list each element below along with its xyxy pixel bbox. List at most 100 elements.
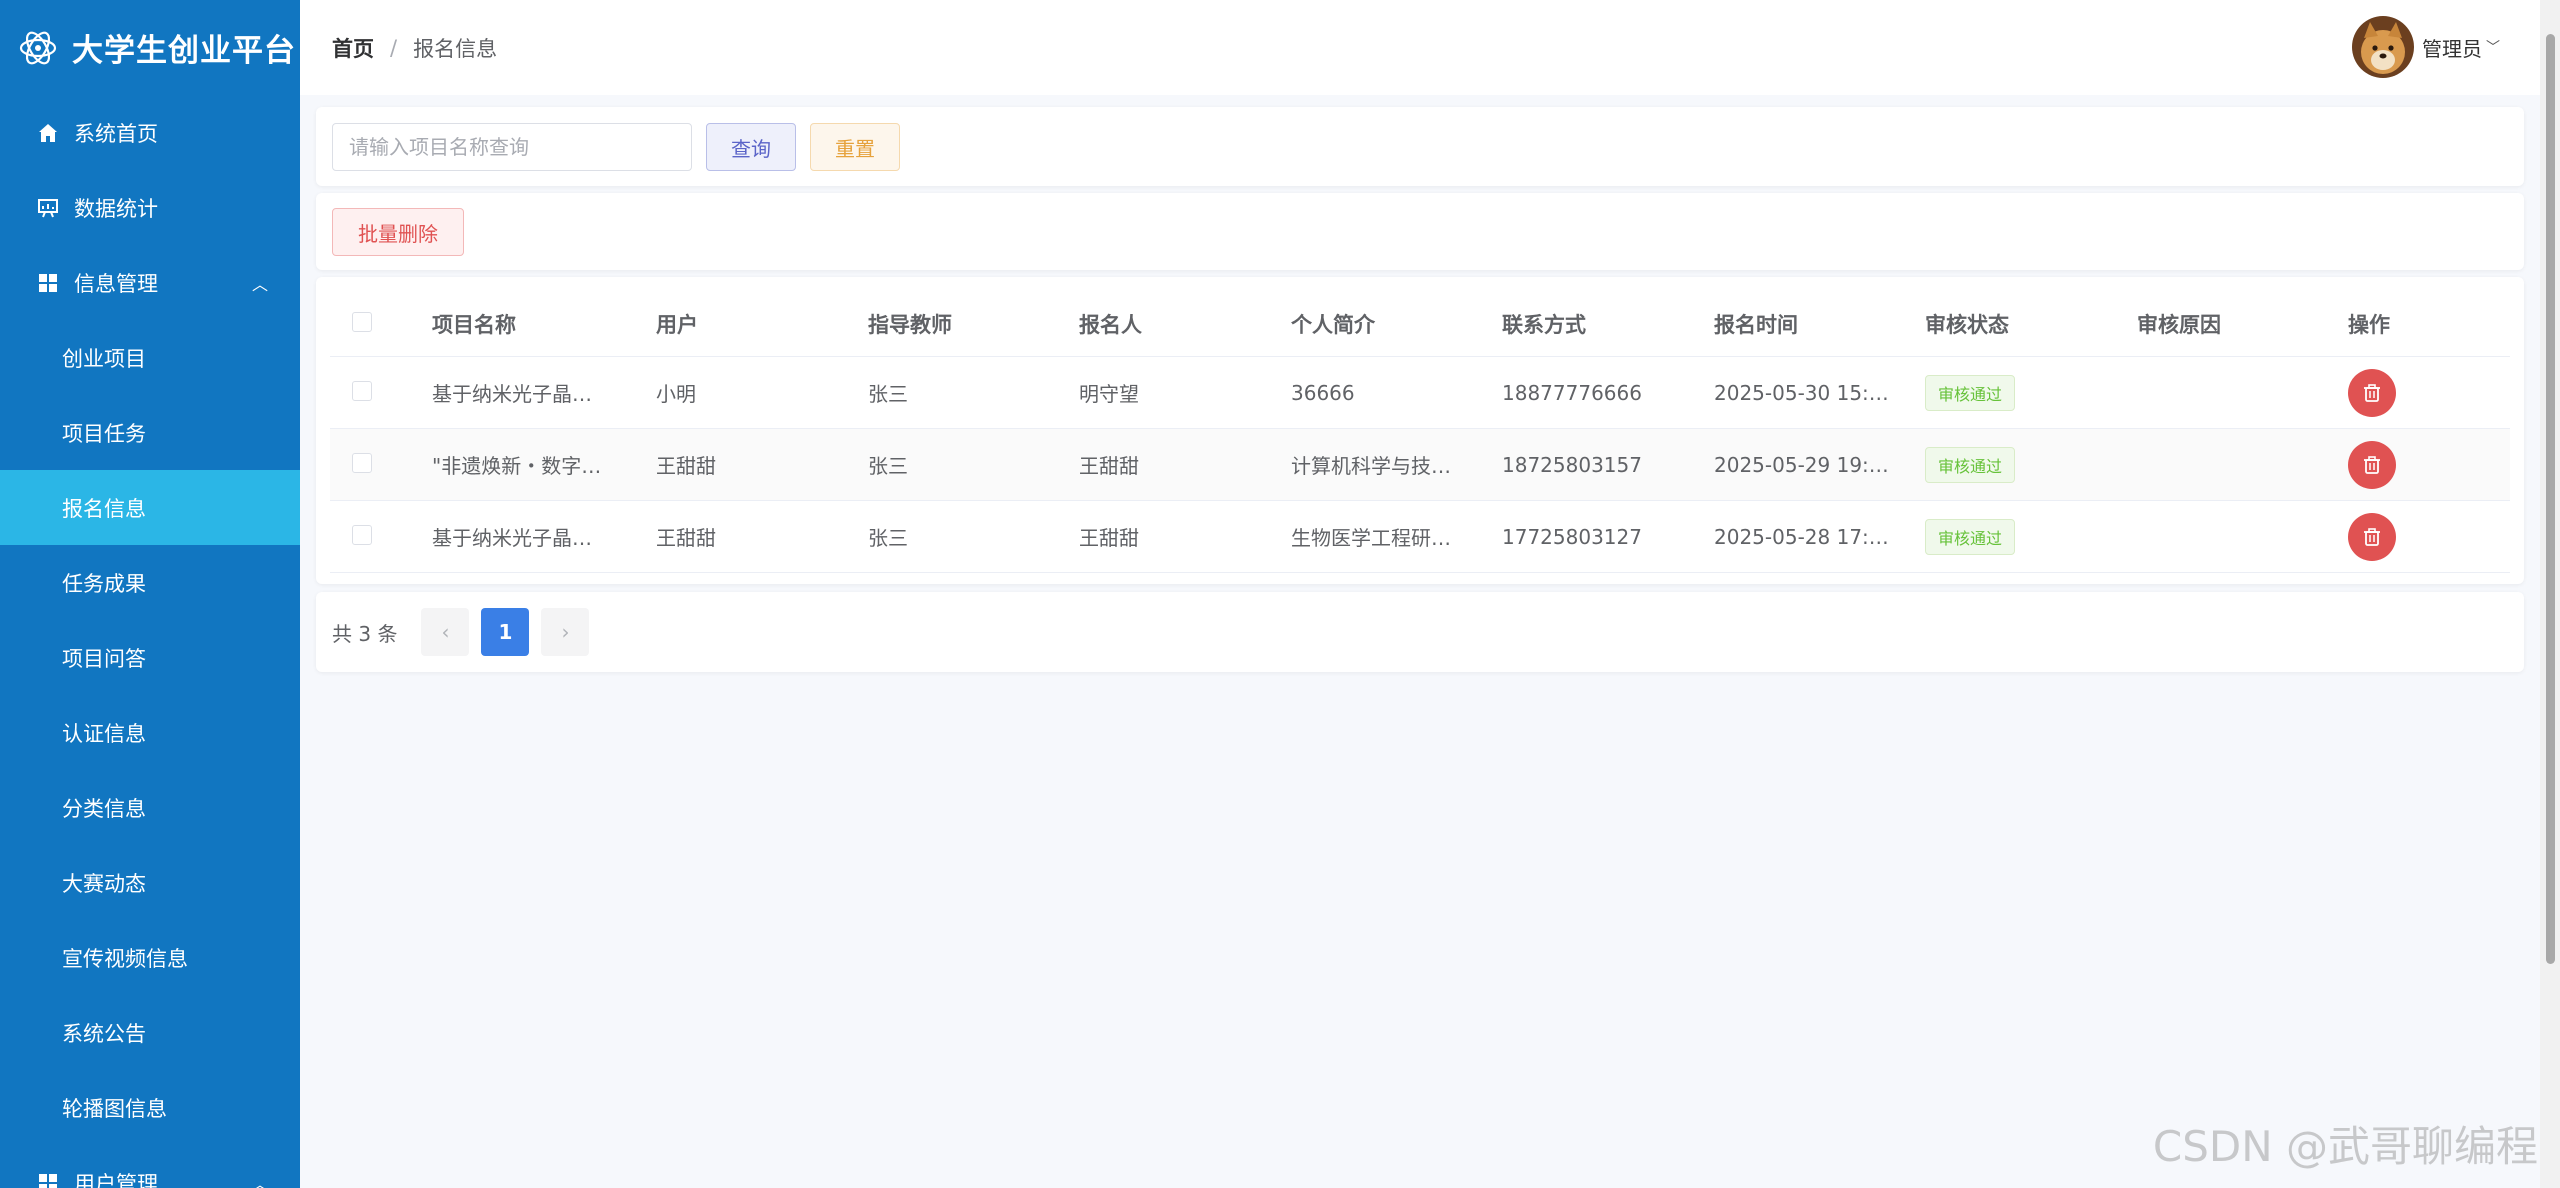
row-checkbox[interactable]: [352, 380, 372, 401]
row-select-cell: [330, 524, 432, 549]
cell-time: 2025-05-30 15:…: [1714, 380, 1889, 405]
cell-teacher: 张三: [868, 526, 908, 550]
trash-icon: [2364, 383, 2380, 402]
trash-icon: [2364, 455, 2380, 474]
sidebar-item-project-qa[interactable]: 项目问答: [0, 620, 300, 695]
sidebar-item-contest-news[interactable]: 大赛动态: [0, 845, 300, 920]
cell-operations: [2348, 440, 2508, 489]
delete-button[interactable]: [2348, 440, 2396, 489]
app-title: 大学生创业平台: [72, 33, 296, 69]
grid-icon: [36, 1171, 60, 1188]
column-header: 操作: [2348, 312, 2390, 337]
sidebar-item-certification[interactable]: 认证信息: [0, 695, 300, 770]
status-badge: 审核通过: [1925, 446, 2016, 483]
user-name: 管理员: [2422, 36, 2482, 61]
search-card: 查询 重置: [316, 107, 2524, 186]
breadcrumb-separator: /: [390, 35, 398, 60]
cell-phone: 18725803157: [1502, 452, 1642, 477]
cell-phone: 18877776666: [1502, 380, 1642, 405]
cell-user: 王甜甜: [656, 454, 716, 478]
next-page-button[interactable]: ›: [541, 608, 590, 656]
chevron-down-icon: ﹀: [2486, 40, 2500, 56]
page-button[interactable]: 1: [481, 608, 530, 656]
sidebar-item-startup-projects[interactable]: 创业项目: [0, 320, 300, 395]
breadcrumb: 首页 / 报名信息: [332, 33, 497, 63]
prev-page-button[interactable]: ‹: [421, 608, 470, 656]
reset-button[interactable]: 重置: [810, 123, 900, 171]
sidebar-item-info-management[interactable]: 信息管理 ︿: [0, 245, 300, 320]
delete-button[interactable]: [2348, 368, 2396, 417]
sidebar-item-announcements[interactable]: 系统公告: [0, 995, 300, 1070]
chevron-up-icon: ︿: [251, 1174, 268, 1188]
cell-project: 基于纳米光子晶…: [432, 382, 592, 406]
actions-card: 批量删除: [316, 193, 2524, 270]
search-input[interactable]: [332, 123, 692, 171]
table-row[interactable]: 基于纳米光子晶… 小明 张三 明守望 36666 18877776666 202…: [330, 357, 2510, 429]
avatar[interactable]: [2352, 16, 2414, 78]
cell-phone: 17725803127: [1502, 524, 1642, 549]
breadcrumb-current: 报名信息: [413, 36, 498, 61]
cell-intro: 36666: [1291, 380, 1355, 405]
pagination: 共 3 条 ‹ 1 ›: [332, 608, 601, 656]
sidebar-item-registration-info[interactable]: 报名信息: [0, 470, 300, 545]
chevron-left-icon: ‹: [441, 620, 450, 644]
column-header: 联系方式: [1502, 312, 1586, 337]
cell-status: 审核通过: [1925, 374, 2137, 411]
table-row[interactable]: "非遗焕新・数字… 王甜甜 张三 王甜甜 计算机科学与技… 1872580315…: [330, 429, 2510, 501]
cell-time: 2025-05-29 19:…: [1714, 452, 1889, 477]
select-all-checkbox[interactable]: [352, 311, 372, 332]
batch-delete-button[interactable]: 批量删除: [332, 208, 464, 256]
cell-time: 2025-05-28 17:…: [1714, 524, 1889, 549]
sidebar-item-project-tasks[interactable]: 项目任务: [0, 395, 300, 470]
top-header: 首页 / 报名信息 管理员 ﹀: [300, 0, 2540, 95]
sidebar-item-label: 数据统计: [74, 196, 158, 221]
sidebar-item-carousel[interactable]: 轮播图信息: [0, 1070, 300, 1145]
grid-icon: [36, 271, 60, 295]
row-checkbox[interactable]: [352, 524, 372, 545]
row-checkbox[interactable]: [352, 452, 372, 473]
sidebar-item-user-management[interactable]: 用户管理 ︿: [0, 1145, 300, 1188]
table-row[interactable]: 基于纳米光子晶… 王甜甜 张三 王甜甜 生物医学工程研… 17725803127…: [330, 501, 2510, 573]
total-count: 共 3 条: [332, 621, 398, 646]
watermark: CSDN @武哥聊编程: [2152, 1122, 2538, 1171]
cell-user: 王甜甜: [656, 526, 716, 550]
sidebar-item-label: 系统首页: [74, 121, 158, 146]
logo: 大学生创业平台: [0, 0, 300, 95]
column-header: 报名人: [1079, 312, 1142, 337]
column-header: 审核原因: [2137, 312, 2221, 337]
cell-intro: 计算机科学与技…: [1291, 454, 1451, 478]
sidebar: 大学生创业平台 系统首页 数据统计 信息管理 ︿ 创业项目 项目任务 报名信息 …: [0, 0, 300, 1188]
pagination-card: 共 3 条 ‹ 1 ›: [316, 592, 2524, 672]
sidebar-item-statistics[interactable]: 数据统计: [0, 170, 300, 245]
status-badge: 审核通过: [1925, 374, 2016, 411]
cell-intro: 生物医学工程研…: [1291, 526, 1451, 550]
table-header-row: 项目名称 用户 指导教师 报名人 个人简介 联系方式 报名时间 审核状态 审核原…: [330, 291, 2510, 357]
table-card: 项目名称 用户 指导教师 报名人 个人简介 联系方式 报名时间 审核状态 审核原…: [316, 277, 2524, 584]
cell-teacher: 张三: [868, 382, 908, 406]
vertical-scrollbar[interactable]: [2540, 0, 2560, 1188]
home-icon: [36, 121, 60, 145]
user-menu[interactable]: 管理员 ﹀: [2352, 16, 2500, 78]
column-header: 指导教师: [868, 312, 952, 337]
column-header: 用户: [656, 312, 698, 337]
breadcrumb-home[interactable]: 首页: [332, 33, 374, 63]
cell-applicant: 王甜甜: [1079, 454, 1139, 478]
column-header: 项目名称: [432, 312, 516, 337]
cell-status: 审核通过: [1925, 446, 2137, 483]
cell-status: 审核通过: [1925, 518, 2137, 555]
row-select-cell: [330, 452, 432, 477]
sidebar-item-task-results[interactable]: 任务成果: [0, 545, 300, 620]
status-badge: 审核通过: [1925, 518, 2016, 555]
select-all-cell: [330, 311, 432, 336]
scrollbar-thumb[interactable]: [2546, 34, 2555, 964]
cell-applicant: 明守望: [1079, 382, 1139, 406]
row-select-cell: [330, 380, 432, 405]
delete-button[interactable]: [2348, 512, 2396, 561]
cell-operations: [2348, 368, 2508, 417]
sidebar-item-home[interactable]: 系统首页: [0, 95, 300, 170]
query-button[interactable]: 查询: [706, 123, 796, 171]
chevron-up-icon: ︿: [251, 274, 268, 294]
sidebar-item-promo-videos[interactable]: 宣传视频信息: [0, 920, 300, 995]
sidebar-item-categories[interactable]: 分类信息: [0, 770, 300, 845]
column-header: 个人简介: [1291, 312, 1375, 337]
